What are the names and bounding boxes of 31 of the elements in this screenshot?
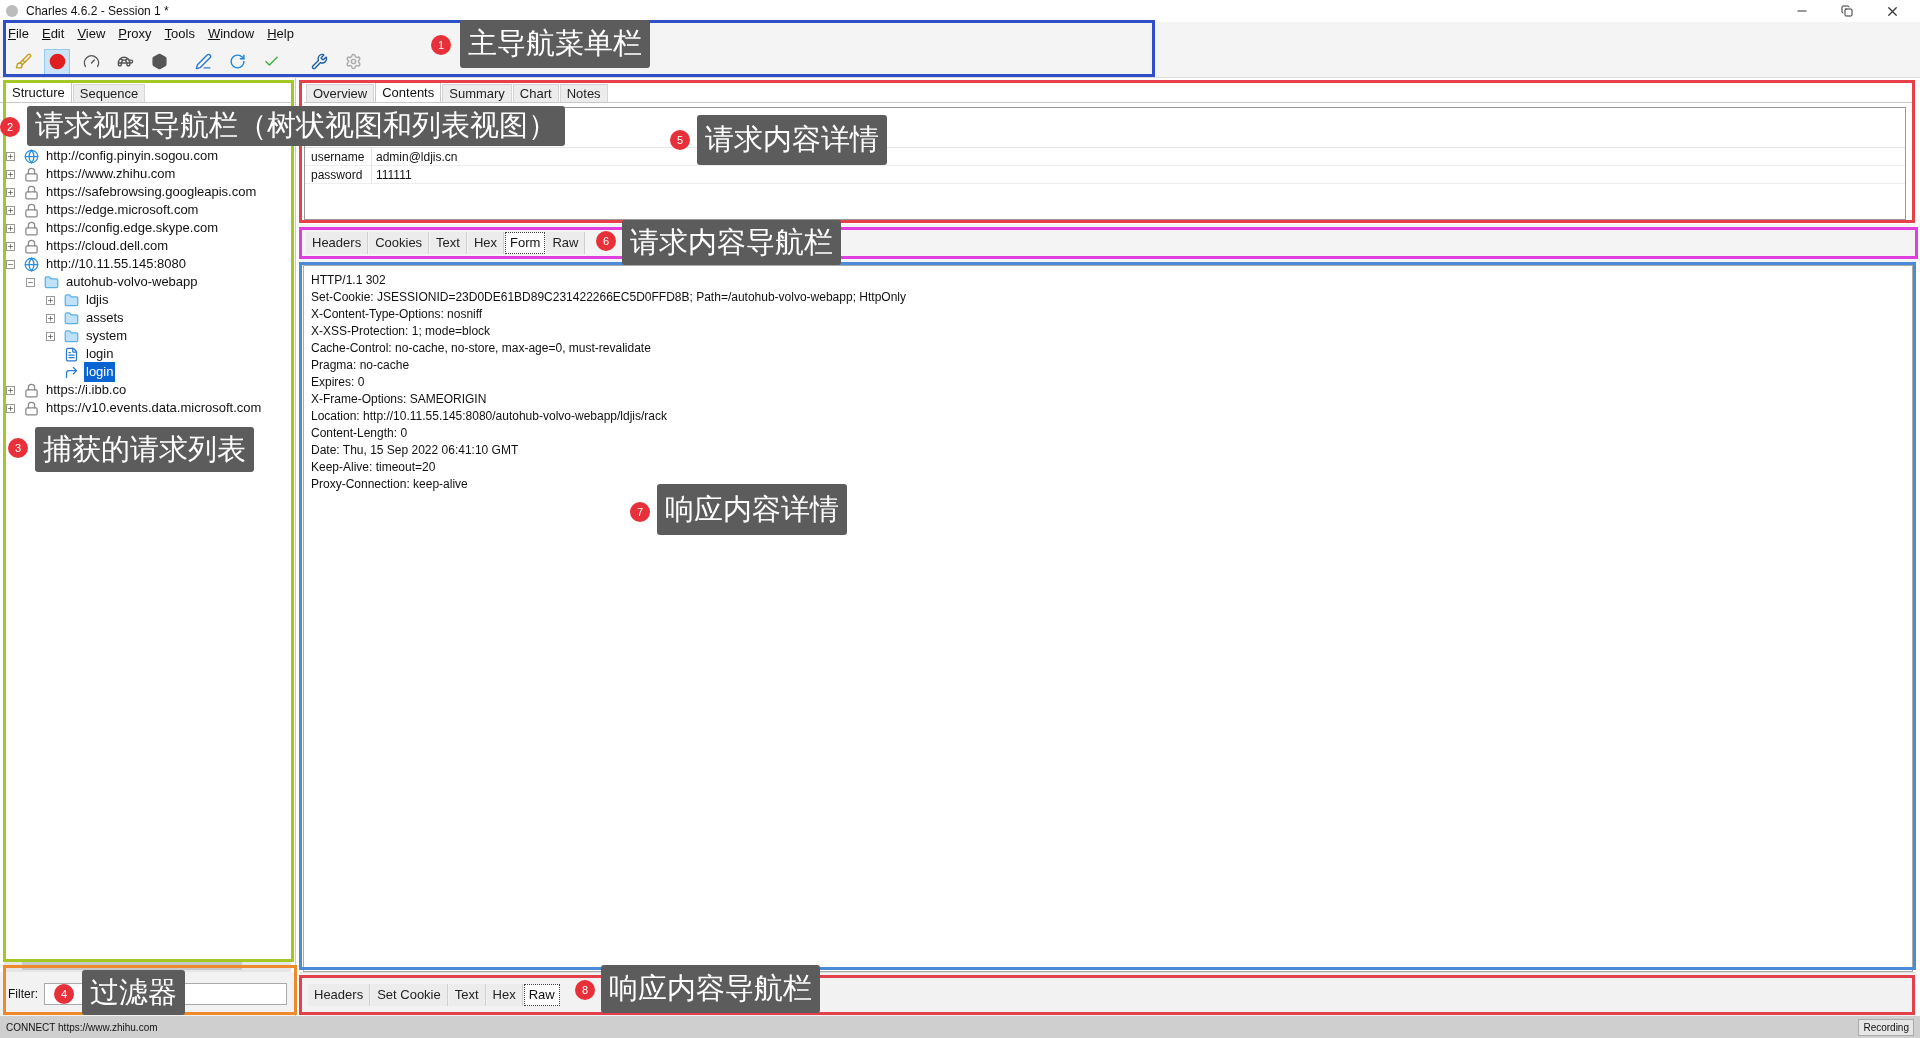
recording-indicator: Recording (1858, 1018, 1914, 1036)
header-line: Set-Cookie: JSESSIONID=23D0DE61BD89C231422266EC5D0FFD8B; Path=/autohub-volvo-webapp; HttpOnly (311, 289, 907, 306)
step-number-tooltip: 3 (8, 438, 28, 458)
callout-tooltip: 请求视图导航栏（树状视图和列表视图） (27, 106, 565, 146)
header-line: Keep-Alive: timeout=20 (311, 459, 437, 476)
callout-tooltip: 捕获的请求列表 (35, 427, 254, 472)
header-line: X-XSS-Protection: 1; mode=block (311, 323, 492, 340)
filter-label: Filter: (8, 986, 38, 1003)
form-field-value: 111111 (371, 165, 412, 184)
form-field-name: password (310, 166, 364, 184)
callout-tooltip: 响应内容导航栏 (601, 965, 820, 1013)
form-field-value: admin@ldjis.cn (371, 147, 458, 166)
form-field-name: username (310, 148, 366, 166)
callout-tooltip: 过滤器 (82, 970, 185, 1015)
header-line: Expires: 0 (311, 374, 366, 391)
callout-tooltip: 主导航菜单栏 (460, 20, 650, 68)
header-line: Pragma: no-cache (311, 357, 411, 374)
status-text: CONNECT https://www.zhihu.com (6, 1020, 158, 1035)
header-line: X-Content-Type-Options: nosniff (311, 306, 484, 323)
header-line: HTTP/1.1 302 (311, 272, 387, 289)
header-line: Cache-Control: no-cache, no-store, max-age=0, must-revalidate (311, 340, 652, 357)
window-title: Charles 4.6.2 - Session 1 * (26, 3, 169, 20)
header-line: Location: http://10.11.55.145:8080/autohub-volvo-webapp/ldjis/rack (311, 408, 669, 425)
callout-tooltip: 请求内容详情 (697, 115, 887, 165)
header-line: Content-Length: 0 (311, 425, 409, 442)
header-line: Date: Thu, 15 Sep 2022 06:41:10 GMT (311, 442, 520, 459)
header-line: Proxy-Connection: keep-alive (311, 476, 469, 493)
callout-tooltip: 响应内容详情 (657, 484, 847, 535)
header-line: X-Frame-Options: SAMEORIGIN (311, 391, 488, 408)
callout-tooltip: 请求内容导航栏 (622, 220, 841, 265)
step-number-tooltip: 2 (0, 117, 20, 137)
